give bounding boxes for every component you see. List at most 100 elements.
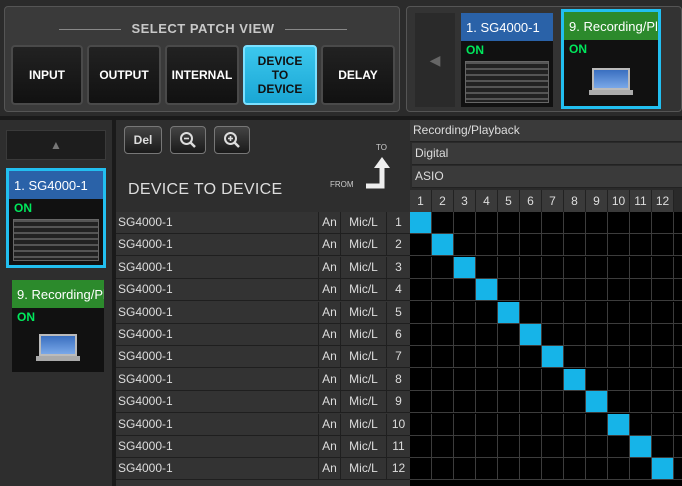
patch-cell[interactable]: [674, 436, 682, 458]
patch-cell[interactable]: [608, 436, 630, 458]
patch-cell[interactable]: [498, 391, 520, 414]
patch-cell[interactable]: [608, 301, 630, 324]
patch-cell[interactable]: [652, 279, 674, 302]
device-card-recording-side[interactable]: 9. Recording/Pl ON: [12, 280, 104, 372]
table-row[interactable]: SG4000-1 An Mic/L 6: [116, 324, 410, 346]
patch-cell[interactable]: [520, 413, 542, 436]
patch-cell[interactable]: [410, 324, 432, 346]
table-row[interactable]: SG4000-1 An Mic/L 2: [116, 234, 410, 257]
patch-cell-connected[interactable]: [608, 413, 630, 436]
patch-cell[interactable]: [652, 368, 674, 391]
delay-view-button[interactable]: DELAY: [321, 45, 395, 105]
patch-cell[interactable]: [564, 346, 586, 369]
patch-cell[interactable]: [410, 346, 432, 369]
patch-cell[interactable]: [608, 368, 630, 391]
table-row[interactable]: SG4000-1 An Mic/L 8: [116, 368, 410, 391]
patch-cell[interactable]: [432, 212, 454, 234]
patch-cell[interactable]: [454, 279, 476, 302]
patch-cell[interactable]: [652, 346, 674, 369]
output-view-button[interactable]: OUTPUT: [87, 45, 161, 105]
patch-cell[interactable]: [586, 458, 608, 481]
patch-cell[interactable]: [520, 458, 542, 481]
patch-cell[interactable]: [542, 301, 564, 324]
patch-cell[interactable]: [608, 212, 630, 234]
patch-cell[interactable]: [410, 368, 432, 391]
patch-cell[interactable]: [432, 436, 454, 458]
patch-cell[interactable]: [476, 301, 498, 324]
patch-cell-connected[interactable]: [520, 324, 542, 346]
patch-cell[interactable]: [586, 324, 608, 346]
patch-cell[interactable]: [542, 436, 564, 458]
patch-cell[interactable]: [542, 212, 564, 234]
patch-cell[interactable]: [410, 256, 432, 279]
patch-cell[interactable]: [674, 324, 682, 346]
patch-cell[interactable]: [542, 391, 564, 414]
patch-cell[interactable]: [476, 458, 498, 481]
patch-cell[interactable]: [674, 257, 682, 279]
patch-cell[interactable]: [498, 256, 520, 279]
patch-cell[interactable]: [652, 436, 674, 458]
patch-cell[interactable]: [520, 301, 542, 324]
patch-cell[interactable]: [520, 256, 542, 279]
patch-cell[interactable]: [498, 413, 520, 436]
patch-cell[interactable]: [498, 436, 520, 458]
patch-cell[interactable]: [564, 301, 586, 324]
patch-cell[interactable]: [608, 458, 630, 481]
patch-cell[interactable]: [476, 256, 498, 279]
patch-cell[interactable]: [432, 301, 454, 324]
patch-cell[interactable]: [674, 458, 682, 481]
patch-cell-connected[interactable]: [476, 279, 498, 302]
patch-cell[interactable]: [454, 324, 476, 346]
patch-cell[interactable]: [586, 301, 608, 324]
patch-cell[interactable]: [586, 413, 608, 436]
table-row[interactable]: SG4000-1 An Mic/L 12: [116, 458, 410, 481]
patch-cell[interactable]: [476, 368, 498, 391]
device-card-sg4000[interactable]: 1. SG4000-1 ON: [461, 13, 553, 107]
patch-cell[interactable]: [454, 436, 476, 458]
patch-cell[interactable]: [498, 279, 520, 302]
zoom-out-icon[interactable]: [170, 126, 206, 154]
patch-cell[interactable]: [630, 346, 652, 369]
patch-cell[interactable]: [608, 391, 630, 414]
table-row[interactable]: SG4000-1 An Mic/L 4: [116, 279, 410, 302]
patch-cell[interactable]: [476, 413, 498, 436]
delete-button[interactable]: Del: [124, 126, 162, 154]
patch-cell[interactable]: [542, 368, 564, 391]
patch-cell[interactable]: [498, 458, 520, 481]
patch-cell[interactable]: [476, 324, 498, 346]
patch-cell[interactable]: [564, 436, 586, 458]
patch-cell-connected[interactable]: [630, 436, 652, 458]
patch-cell[interactable]: [630, 279, 652, 302]
patch-cell[interactable]: [520, 391, 542, 414]
patch-cell[interactable]: [674, 279, 682, 302]
patch-cell[interactable]: [674, 391, 682, 414]
patch-cell[interactable]: [498, 234, 520, 257]
scroll-up-icon[interactable]: ▲: [6, 130, 106, 160]
patch-cell[interactable]: [410, 413, 432, 436]
patch-cell[interactable]: [586, 346, 608, 369]
patch-cell[interactable]: [630, 391, 652, 414]
patch-cell[interactable]: [432, 256, 454, 279]
patch-cell[interactable]: [432, 346, 454, 369]
patch-cell[interactable]: [454, 212, 476, 234]
patch-cell[interactable]: [608, 256, 630, 279]
device-card-recording[interactable]: 9. Recording/Pl ON: [561, 9, 661, 109]
patch-cell-connected[interactable]: [410, 212, 432, 234]
patch-cell[interactable]: [652, 256, 674, 279]
device-card-sg4000-side[interactable]: 1. SG4000-1 ON: [6, 168, 106, 268]
patch-cell[interactable]: [476, 436, 498, 458]
patch-cell[interactable]: [630, 413, 652, 436]
patch-cell[interactable]: [410, 436, 432, 458]
patch-cell[interactable]: [652, 391, 674, 414]
table-row[interactable]: SG4000-1 An Mic/L 10: [116, 413, 410, 436]
patch-cell[interactable]: [410, 301, 432, 324]
patch-cell-connected[interactable]: [542, 346, 564, 369]
patch-cell[interactable]: [454, 368, 476, 391]
patch-cell[interactable]: [454, 301, 476, 324]
patch-cell-connected[interactable]: [586, 391, 608, 414]
patch-cell[interactable]: [520, 436, 542, 458]
patch-cell[interactable]: [630, 212, 652, 234]
patch-cell[interactable]: [476, 346, 498, 369]
patch-cell[interactable]: [608, 324, 630, 346]
table-row[interactable]: SG4000-1 An Mic/L 5: [116, 301, 410, 324]
